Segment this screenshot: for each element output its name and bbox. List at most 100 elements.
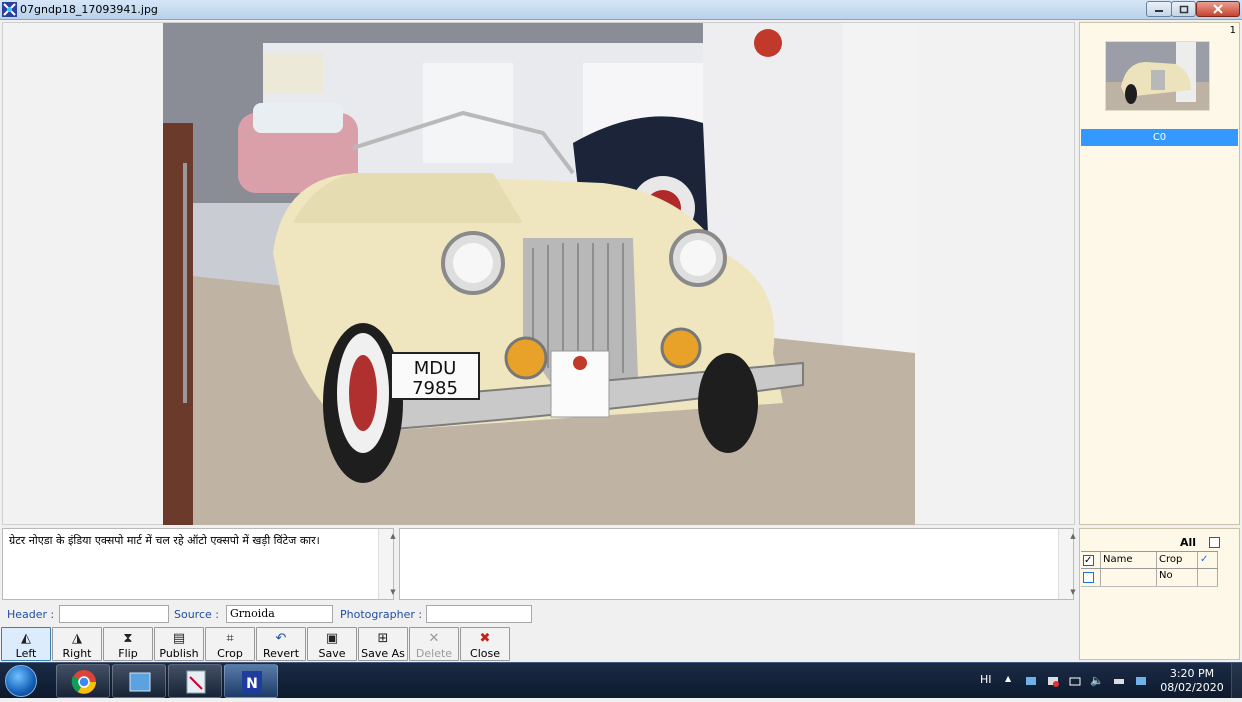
vintage-car-photo: MDU 7985 <box>163 23 915 525</box>
crop-icon: ⌗ <box>226 631 234 646</box>
save-as-label: Save As <box>361 647 405 660</box>
display-tray-icon[interactable] <box>1134 674 1148 688</box>
clock-date: 08/02/2020 <box>1160 681 1224 694</box>
select-all-checkbox[interactable] <box>1209 537 1220 548</box>
rotate-right-label: Right <box>62 647 92 660</box>
minimize-button[interactable] <box>1146 1 1172 17</box>
crop-grid-panel: All Name Crop No ✓ <box>1079 528 1240 660</box>
save-button[interactable]: ▣ Save <box>307 627 357 661</box>
delete-button[interactable]: ✕ Delete <box>409 627 459 661</box>
document-app-icon <box>186 670 206 694</box>
chrome-icon <box>71 670 96 694</box>
caption-text[interactable]: ग्रेटर नोएडा के इंडिया एक्सपो मार्ट में … <box>9 533 320 548</box>
action-center-icon[interactable] <box>1046 674 1060 688</box>
tray-expand-icon[interactable]: ▲ <box>1005 674 1019 688</box>
caption-scrollbar[interactable]: ▲ ▼ <box>378 529 396 599</box>
taskbar-photo-app[interactable]: N <box>224 664 278 698</box>
rotate-left-button[interactable]: ◭ Left <box>1 627 51 661</box>
device-tray-icon[interactable] <box>1068 674 1082 688</box>
row-crop-no[interactable] <box>1157 569 1198 586</box>
row-name[interactable] <box>1101 569 1157 586</box>
save-label: Save <box>318 647 346 660</box>
thumbnail-count: 1 <box>1229 25 1236 36</box>
language-indicator[interactable]: HI <box>980 673 992 686</box>
scroll-down-icon[interactable]: ▼ <box>386 588 400 596</box>
source-label: Source : <box>174 608 219 621</box>
scroll-down-icon[interactable]: ▼ <box>1066 588 1080 596</box>
column-crop-no[interactable]: Crop No <box>1157 552 1198 581</box>
row-checkbox[interactable] <box>1083 572 1094 583</box>
rotate-right-button[interactable]: ◮ Right <box>52 627 102 661</box>
plate-line-1: MDU <box>414 358 457 379</box>
show-desktop-button[interactable] <box>1231 663 1242 698</box>
photographer-label: Photographer : <box>340 608 423 621</box>
app-icon <box>2 2 17 17</box>
scroll-up-icon[interactable]: ▲ <box>1066 532 1080 540</box>
flip-button[interactable]: ⧗ Flip <box>103 627 153 661</box>
all-label: All <box>1180 536 1197 549</box>
thumbnail-selected-label[interactable]: C0 <box>1081 129 1238 146</box>
revert-label: Revert <box>262 647 300 660</box>
thumbnail-panel: 1 C0 <box>1079 22 1240 525</box>
grid-header: Name Crop No ✓ <box>1081 551 1218 581</box>
svg-text:N: N <box>246 676 258 692</box>
network-tray-icon[interactable] <box>1024 674 1038 688</box>
header-checkbox[interactable] <box>1083 553 1094 569</box>
floppy-disk-icon: ▣ <box>325 631 339 646</box>
scroll-up-icon[interactable]: ▲ <box>386 532 400 540</box>
revert-button[interactable]: ↶ Revert <box>256 627 306 661</box>
power-tray-icon[interactable] <box>1112 674 1126 688</box>
taskbar-app-3[interactable] <box>168 664 222 698</box>
clock[interactable]: 3:20 PM 08/02/2020 <box>1160 667 1224 695</box>
delete-label: Delete <box>415 647 453 660</box>
secondary-caption-textbox[interactable]: ▲ ▼ <box>399 528 1076 600</box>
volume-icon[interactable]: 🔈 <box>1090 674 1104 688</box>
photo-app-icon: N <box>242 671 262 693</box>
taskbar-chrome[interactable] <box>56 664 110 698</box>
close-icon <box>1213 4 1223 14</box>
row-extra[interactable] <box>1198 569 1218 586</box>
save-as-button[interactable]: ⊞ Save As <box>358 627 408 661</box>
header-input[interactable] <box>59 605 169 623</box>
minimize-icon <box>1155 10 1163 12</box>
table-row[interactable] <box>1081 569 1218 587</box>
crop-button[interactable]: ⌗ Crop <box>205 627 255 661</box>
undo-icon: ↶ <box>275 631 287 646</box>
delete-icon: ✕ <box>428 631 440 646</box>
maximize-icon <box>1179 5 1188 13</box>
flip-label: Flip <box>118 647 138 660</box>
publish-button[interactable]: ▤ Publish <box>154 627 204 661</box>
column-name[interactable]: Name <box>1101 552 1157 568</box>
main-photo[interactable]: MDU 7985 <box>163 23 915 525</box>
header-label: Header : <box>7 608 55 621</box>
plate-line-2: 7985 <box>412 378 458 399</box>
thumbnail-image[interactable] <box>1105 41 1210 111</box>
toolbar: ◭ Left ◮ Right ⧗ Flip ▤ Publish ⌗ Crop ↶… <box>0 626 1076 662</box>
photographer-input[interactable] <box>426 605 532 623</box>
publish-label: Publish <box>159 647 199 660</box>
crop-label: Crop <box>217 647 243 660</box>
header-checkbox-cell[interactable] <box>1081 552 1101 569</box>
maximize-button[interactable] <box>1171 1 1196 17</box>
taskbar-app-2[interactable] <box>112 664 166 698</box>
source-input[interactable]: Grnoida <box>226 605 333 623</box>
flip-icon: ⧗ <box>123 631 133 646</box>
start-button[interactable] <box>5 665 37 697</box>
publish-icon: ▤ <box>172 631 186 646</box>
close-label: Close <box>470 647 500 660</box>
taskbar: N HI ▲ 🔈 3:20 PM 08/02/2020 <box>0 662 1242 698</box>
image-viewer[interactable]: MDU 7985 <box>2 22 1075 525</box>
secondary-caption-scrollbar[interactable]: ▲ ▼ <box>1058 529 1076 599</box>
close-button[interactable]: ✖ Close <box>460 627 510 661</box>
metadata-fields: Header : Source : Grnoida Photographer : <box>0 603 1076 625</box>
clock-time: 3:20 PM <box>1169 667 1215 680</box>
check-column-icon[interactable]: ✓ <box>1198 552 1218 568</box>
close-x-icon: ✖ <box>479 631 491 646</box>
car-thumbnail <box>1106 42 1209 110</box>
caption-textbox[interactable]: ग्रेटर नोएडा के इंडिया एक्सपो मार्ट में … <box>2 528 396 600</box>
crop-grid: Name Crop No ✓ <box>1081 551 1218 587</box>
rotate-right-icon: ◮ <box>72 631 82 646</box>
save-as-icon: ⊞ <box>377 631 389 646</box>
close-window-button[interactable] <box>1196 1 1240 17</box>
window-title: 07gndp18_17093941.jpg <box>20 3 158 16</box>
